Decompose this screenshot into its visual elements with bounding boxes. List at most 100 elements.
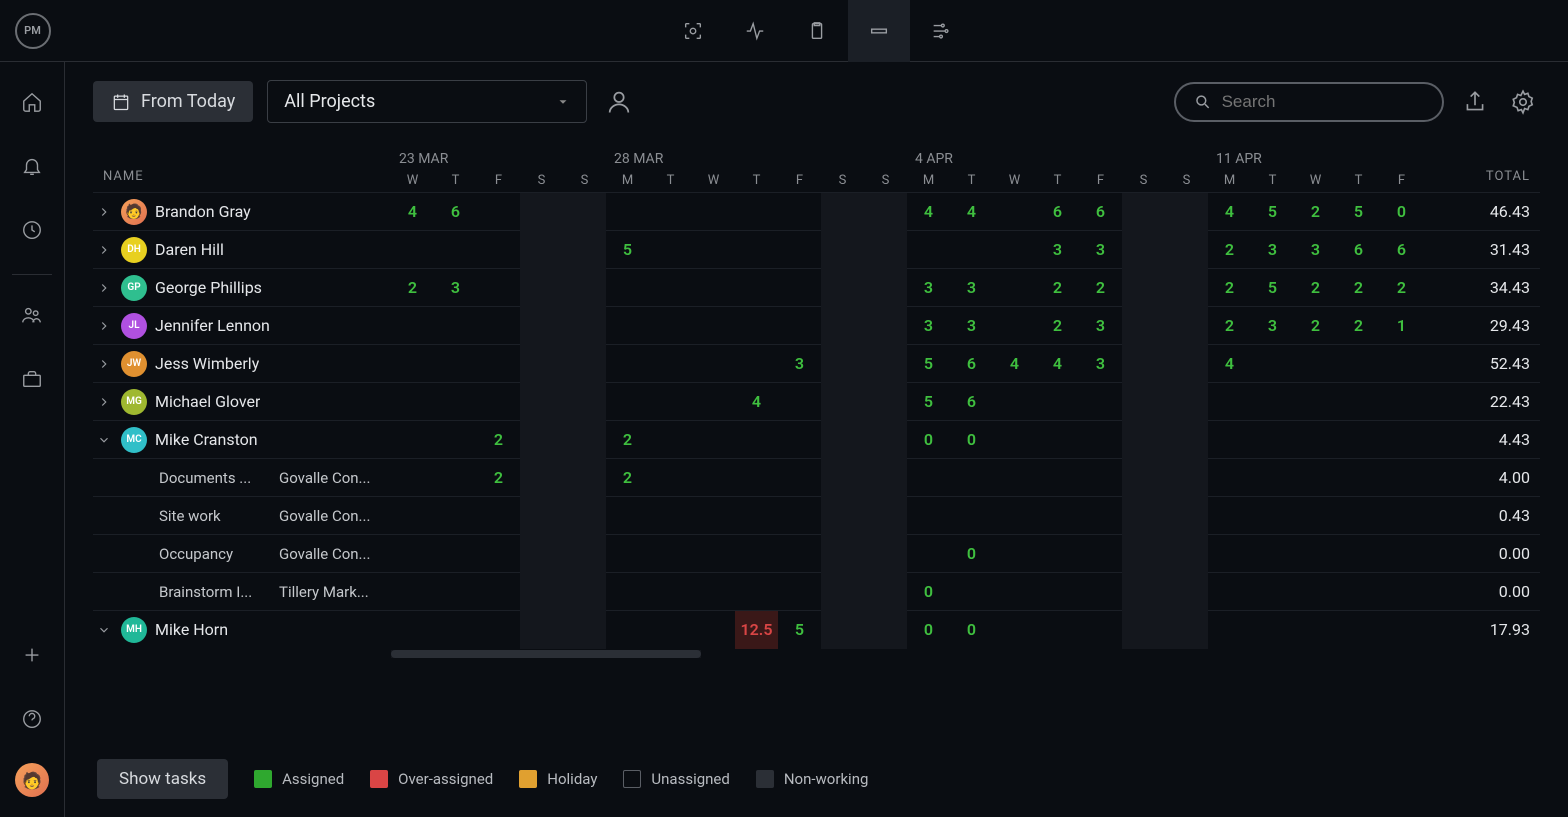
expand-icon[interactable] (95, 395, 113, 409)
view-clipboard-icon[interactable] (786, 0, 848, 62)
workload-cell[interactable]: 2 (477, 459, 520, 497)
current-user-avatar[interactable]: 🧑 (15, 763, 49, 797)
workload-cell[interactable] (1337, 611, 1380, 649)
workload-cell[interactable] (778, 231, 821, 269)
workload-cell[interactable] (434, 535, 477, 573)
workload-cell[interactable] (391, 459, 434, 497)
workload-cell[interactable] (434, 421, 477, 459)
workload-cell[interactable] (821, 611, 864, 649)
workload-cell[interactable] (477, 611, 520, 649)
workload-cell[interactable] (735, 231, 778, 269)
workload-cell[interactable] (1337, 459, 1380, 497)
workload-cell[interactable]: 2 (1036, 269, 1079, 307)
workload-cell[interactable] (1251, 497, 1294, 535)
workload-cell[interactable] (907, 459, 950, 497)
workload-cell[interactable] (1122, 269, 1165, 307)
workload-cell[interactable] (1122, 611, 1165, 649)
workload-cell[interactable] (434, 459, 477, 497)
workload-cell[interactable]: 4 (950, 193, 993, 231)
workload-cell[interactable] (1165, 231, 1208, 269)
workload-cell[interactable]: 2 (1079, 269, 1122, 307)
workload-cell[interactable] (1380, 497, 1423, 535)
workload-cell[interactable] (649, 535, 692, 573)
workload-cell[interactable] (1165, 611, 1208, 649)
workload-cell[interactable] (1380, 573, 1423, 611)
workload-cell[interactable] (993, 611, 1036, 649)
workload-cell[interactable]: 6 (1337, 231, 1380, 269)
workload-cell[interactable] (1294, 345, 1337, 383)
workload-cell[interactable] (1122, 383, 1165, 421)
workload-cell[interactable] (1165, 535, 1208, 573)
workload-cell[interactable] (692, 383, 735, 421)
workload-cell[interactable] (563, 459, 606, 497)
workload-cell[interactable] (434, 307, 477, 345)
workload-cell[interactable]: 5 (1337, 193, 1380, 231)
workload-cell[interactable] (391, 383, 434, 421)
settings-button[interactable] (1506, 85, 1540, 119)
workload-cell[interactable] (563, 535, 606, 573)
workload-cell[interactable]: 3 (950, 269, 993, 307)
workload-cell[interactable] (520, 231, 563, 269)
search-input[interactable] (1222, 92, 1424, 112)
workload-cell[interactable] (1165, 269, 1208, 307)
workload-cell[interactable]: 5 (1251, 269, 1294, 307)
workload-cell[interactable] (778, 497, 821, 535)
workload-cell[interactable] (1079, 535, 1122, 573)
workload-cell[interactable] (1165, 307, 1208, 345)
workload-cell[interactable] (1380, 535, 1423, 573)
workload-cell[interactable] (778, 535, 821, 573)
workload-cell[interactable] (1079, 459, 1122, 497)
workload-cell[interactable] (1165, 345, 1208, 383)
workload-cell[interactable] (864, 345, 907, 383)
workload-cell[interactable] (1251, 535, 1294, 573)
from-today-button[interactable]: From Today (93, 81, 253, 122)
workload-cell[interactable]: 0 (1380, 193, 1423, 231)
workload-cell[interactable] (778, 269, 821, 307)
workload-cell[interactable] (1036, 421, 1079, 459)
workload-cell[interactable]: 0 (907, 573, 950, 611)
workload-cell[interactable] (1380, 611, 1423, 649)
workload-cell[interactable] (1122, 231, 1165, 269)
workload-cell[interactable] (907, 535, 950, 573)
workload-cell[interactable]: 6 (434, 193, 477, 231)
workload-cell[interactable] (950, 497, 993, 535)
workload-cell[interactable] (520, 535, 563, 573)
workload-cell[interactable]: 3 (1079, 345, 1122, 383)
workload-cell[interactable] (692, 307, 735, 345)
workload-cell[interactable]: 3 (1079, 307, 1122, 345)
workload-cell[interactable] (950, 573, 993, 611)
workload-cell[interactable] (434, 573, 477, 611)
workload-cell[interactable] (735, 269, 778, 307)
workload-cell[interactable] (649, 307, 692, 345)
workload-cell[interactable] (1208, 459, 1251, 497)
view-scan-icon[interactable] (662, 0, 724, 62)
workload-cell[interactable]: 2 (606, 459, 649, 497)
workload-cell[interactable] (1165, 193, 1208, 231)
workload-cell[interactable] (434, 231, 477, 269)
workload-cell[interactable] (950, 459, 993, 497)
workload-cell[interactable] (1208, 611, 1251, 649)
workload-cell[interactable]: 1 (1380, 307, 1423, 345)
workload-cell[interactable] (735, 421, 778, 459)
workload-cell[interactable]: 4 (391, 193, 434, 231)
workload-cell[interactable] (821, 269, 864, 307)
workload-cell[interactable] (391, 231, 434, 269)
workload-cell[interactable] (563, 269, 606, 307)
workload-cell[interactable]: 2 (1294, 307, 1337, 345)
workload-cell[interactable] (692, 193, 735, 231)
workload-cell[interactable]: 3 (907, 269, 950, 307)
workload-cell[interactable] (434, 383, 477, 421)
workload-cell[interactable]: 6 (1036, 193, 1079, 231)
workload-cell[interactable] (520, 269, 563, 307)
workload-cell[interactable] (1337, 383, 1380, 421)
workload-cell[interactable] (864, 497, 907, 535)
workload-cell[interactable] (864, 535, 907, 573)
workload-cell[interactable] (477, 383, 520, 421)
workload-cell[interactable] (1122, 345, 1165, 383)
view-timeline-icon[interactable] (910, 0, 972, 62)
workload-cell[interactable] (1122, 193, 1165, 231)
workload-cell[interactable] (477, 497, 520, 535)
workload-cell[interactable] (477, 193, 520, 231)
workload-cell[interactable] (1294, 497, 1337, 535)
show-tasks-button[interactable]: Show tasks (97, 759, 228, 799)
